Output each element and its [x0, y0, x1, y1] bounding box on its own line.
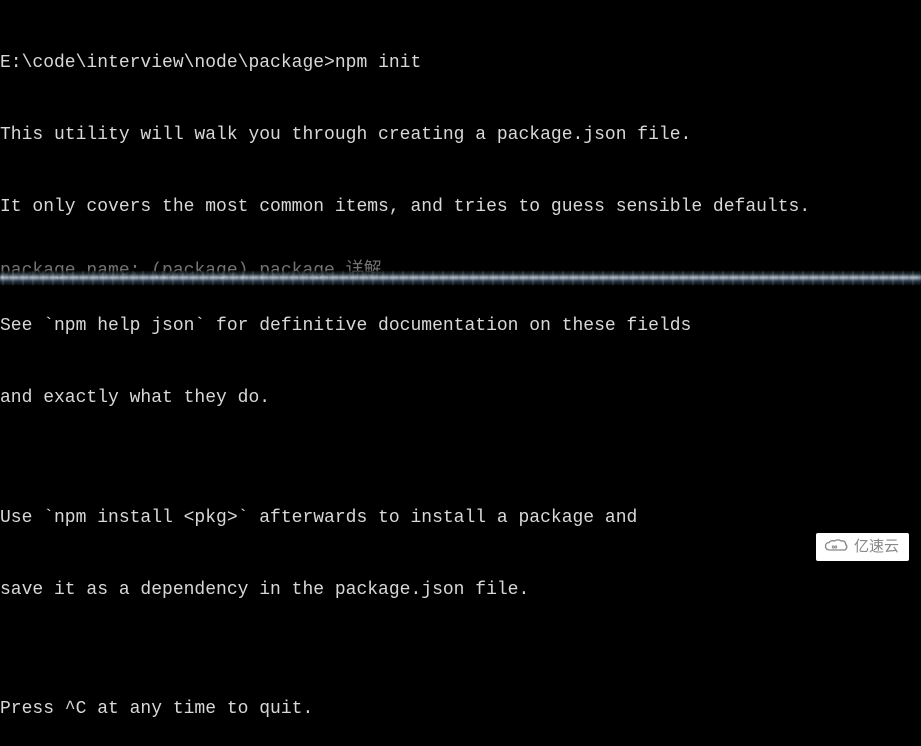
terminal-output[interactable]: E:\code\interview\node\package>npm init … [0, 0, 921, 746]
prompt-path: E:\code\interview\node\package> [0, 53, 335, 73]
output-line: See `npm help json` for definitive docum… [0, 315, 921, 339]
output-line: Use `npm install <pkg>` afterwards to in… [0, 507, 921, 531]
output-line: This utility will walk you through creat… [0, 124, 921, 148]
cloud-infinity-icon [824, 538, 848, 556]
watermark-badge: 亿速云 [816, 533, 909, 561]
video-distortion-artifact [0, 271, 921, 285]
watermark-text: 亿速云 [854, 537, 899, 557]
prompt-line: E:\code\interview\node\package>npm init [0, 52, 921, 76]
output-line: save it as a dependency in the package.j… [0, 579, 921, 603]
output-line: Press ^C at any time to quit. [0, 698, 921, 722]
command-text: npm init [335, 53, 421, 73]
output-line: It only covers the most common items, an… [0, 196, 921, 220]
output-line: and exactly what they do. [0, 387, 921, 411]
